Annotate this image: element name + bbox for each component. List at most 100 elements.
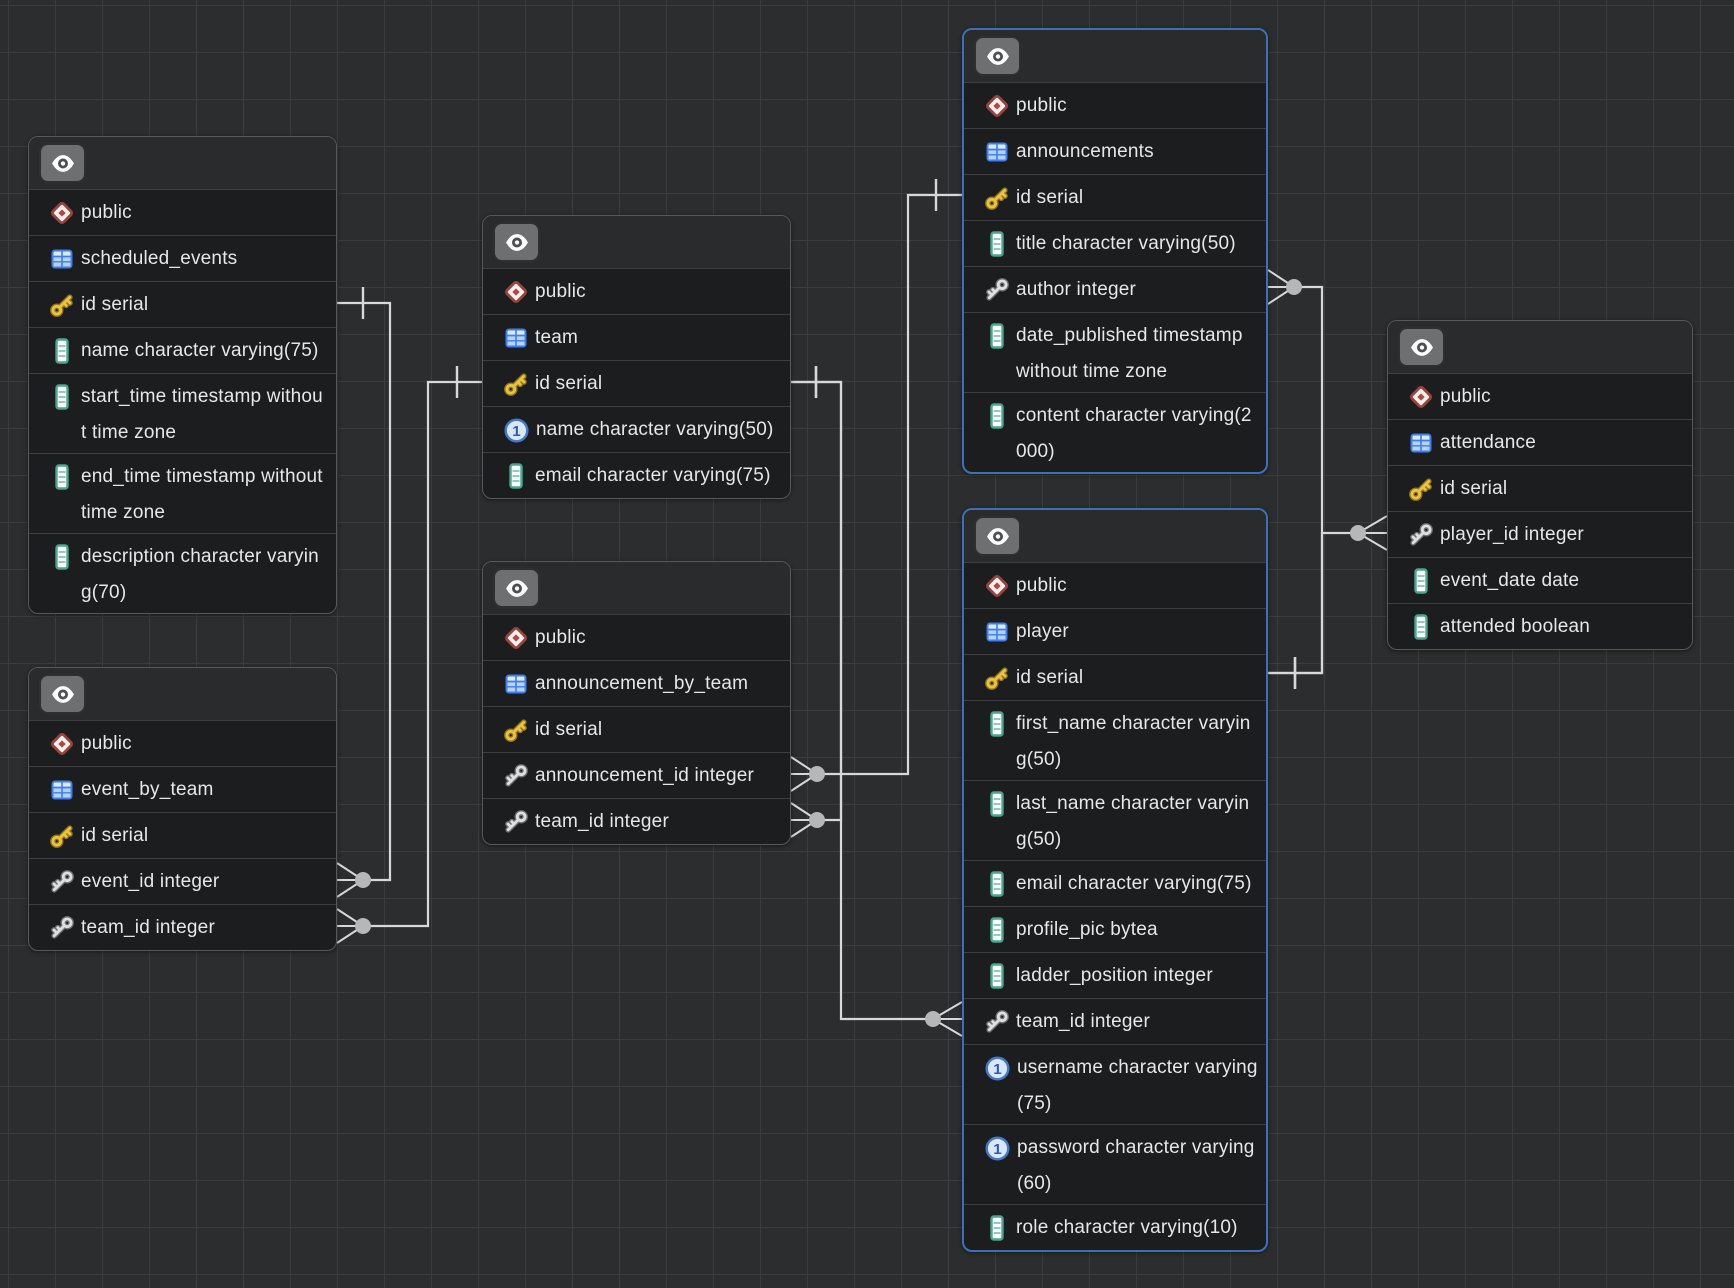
table-name-row: team xyxy=(483,314,790,360)
table-icon xyxy=(49,778,75,802)
schema-row-label: public xyxy=(535,620,586,656)
relationship-edge xyxy=(791,366,962,1036)
table-node-header xyxy=(964,510,1266,562)
table-name-row-label: announcement_by_team xyxy=(535,666,748,702)
table-icon xyxy=(503,326,529,350)
table-node-header xyxy=(483,216,790,268)
table-name-row: announcements xyxy=(964,128,1266,174)
unique-constraint-icon: 1 xyxy=(503,417,530,444)
visibility-toggle-button[interactable] xyxy=(1398,327,1445,367)
column-row-label: password character varying(60) xyxy=(1017,1130,1258,1202)
column-row: author integer xyxy=(964,266,1266,312)
visibility-toggle-button[interactable] xyxy=(974,516,1021,556)
column-row: email character varying(75) xyxy=(483,452,790,498)
table-node-team[interactable]: public team id serial 1name character va… xyxy=(482,215,791,499)
column-row-label: last_name character varying(50) xyxy=(1016,786,1258,858)
schema-icon xyxy=(984,573,1010,599)
column-icon xyxy=(985,962,1009,990)
column-icon xyxy=(985,230,1009,258)
column-row-label: player_id integer xyxy=(1440,517,1584,553)
primary-key-icon xyxy=(503,717,529,743)
svg-text:1: 1 xyxy=(993,1140,1002,1157)
column-icon xyxy=(985,322,1009,350)
column-icon xyxy=(50,383,74,411)
column-row-label: date_published timestamp without time zo… xyxy=(1016,318,1258,390)
column-row-label: name character varying(75) xyxy=(81,333,319,369)
schema-row: public xyxy=(483,268,790,314)
column-row-label: announcement_id integer xyxy=(535,758,754,794)
column-row: event_id integer xyxy=(29,858,336,904)
column-row-label: team_id integer xyxy=(535,804,669,840)
eye-icon xyxy=(502,576,532,601)
relationship-edge xyxy=(1268,516,1387,689)
column-row: team_id integer xyxy=(29,904,336,950)
column-row: 1name character varying(50) xyxy=(483,406,790,452)
column-row: end_time timestamp without time zone xyxy=(29,453,336,533)
eye-icon xyxy=(1407,335,1437,360)
table-node-player[interactable]: public player id serial first_name chara… xyxy=(962,508,1268,1252)
column-row: team_id integer xyxy=(964,998,1266,1044)
column-row: last_name character varying(50) xyxy=(964,780,1266,860)
schema-row-label: public xyxy=(81,195,132,231)
table-node-announcement_by_team[interactable]: public announcement_by_team id serial an… xyxy=(482,561,791,845)
column-row: first_name character varying(50) xyxy=(964,700,1266,780)
column-row-label: title character varying(50) xyxy=(1016,226,1236,262)
relationship-edge xyxy=(791,179,962,791)
table-icon xyxy=(49,247,75,271)
column-row-label: email character varying(75) xyxy=(1016,866,1252,902)
foreign-key-icon xyxy=(49,915,75,941)
schema-row: public xyxy=(1388,373,1692,419)
schema-icon xyxy=(49,200,75,226)
foreign-key-icon xyxy=(1408,522,1434,548)
schema-row: public xyxy=(964,562,1266,608)
table-name-row-label: announcements xyxy=(1016,134,1154,170)
unique-constraint-icon: 1 xyxy=(984,1055,1011,1082)
schema-icon xyxy=(984,93,1010,119)
table-node-scheduled_events[interactable]: public scheduled_events id serial name c… xyxy=(28,136,337,614)
column-row: event_date date xyxy=(1388,557,1692,603)
column-row-label: role character varying(10) xyxy=(1016,1210,1238,1246)
unique-constraint-icon: 1 xyxy=(984,1135,1011,1162)
column-row: id serial xyxy=(964,654,1266,700)
eye-icon xyxy=(48,682,78,707)
visibility-toggle-button[interactable] xyxy=(39,674,86,714)
column-row-label: first_name character varying(50) xyxy=(1016,706,1258,778)
column-row: profile_pic bytea xyxy=(964,906,1266,952)
table-name-row: scheduled_events xyxy=(29,235,336,281)
visibility-toggle-button[interactable] xyxy=(493,568,540,608)
column-icon xyxy=(985,710,1009,738)
visibility-toggle-button[interactable] xyxy=(974,36,1021,76)
column-row: id serial xyxy=(483,706,790,752)
schema-row-label: public xyxy=(535,274,586,310)
table-name-row: player xyxy=(964,608,1266,654)
eye-icon xyxy=(502,230,532,255)
eye-icon xyxy=(983,524,1013,549)
column-row-label: id serial xyxy=(81,818,148,854)
table-node-attendance[interactable]: public attendance id serial player_id in… xyxy=(1387,320,1693,650)
foreign-key-icon xyxy=(503,809,529,835)
foreign-key-icon xyxy=(49,869,75,895)
table-node-header xyxy=(1388,321,1692,373)
table-node-announcements[interactable]: public announcements id serial title cha… xyxy=(962,28,1268,474)
schema-row: public xyxy=(29,189,336,235)
relationship-edge xyxy=(337,366,482,943)
table-node-header xyxy=(29,668,336,720)
schema-row: public xyxy=(964,82,1266,128)
column-icon xyxy=(985,790,1009,818)
visibility-toggle-button[interactable] xyxy=(493,222,540,262)
column-row: id serial xyxy=(964,174,1266,220)
erd-canvas[interactable]: public scheduled_events id serial name c… xyxy=(0,0,1734,1288)
column-row: id serial xyxy=(1388,465,1692,511)
column-row: description character varying(70) xyxy=(29,533,336,613)
visibility-toggle-button[interactable] xyxy=(39,143,86,183)
table-icon xyxy=(984,620,1010,644)
primary-key-icon xyxy=(503,371,529,397)
table-node-event_by_team[interactable]: public event_by_team id serial event_id … xyxy=(28,667,337,951)
table-name-row-label: scheduled_events xyxy=(81,241,237,277)
primary-key-icon xyxy=(984,665,1010,691)
column-row: 1 password character varying(60) xyxy=(964,1124,1266,1204)
column-row-label: id serial xyxy=(1016,180,1083,216)
column-row: id serial xyxy=(483,360,790,406)
schema-row: public xyxy=(483,614,790,660)
schema-icon xyxy=(1408,384,1434,410)
